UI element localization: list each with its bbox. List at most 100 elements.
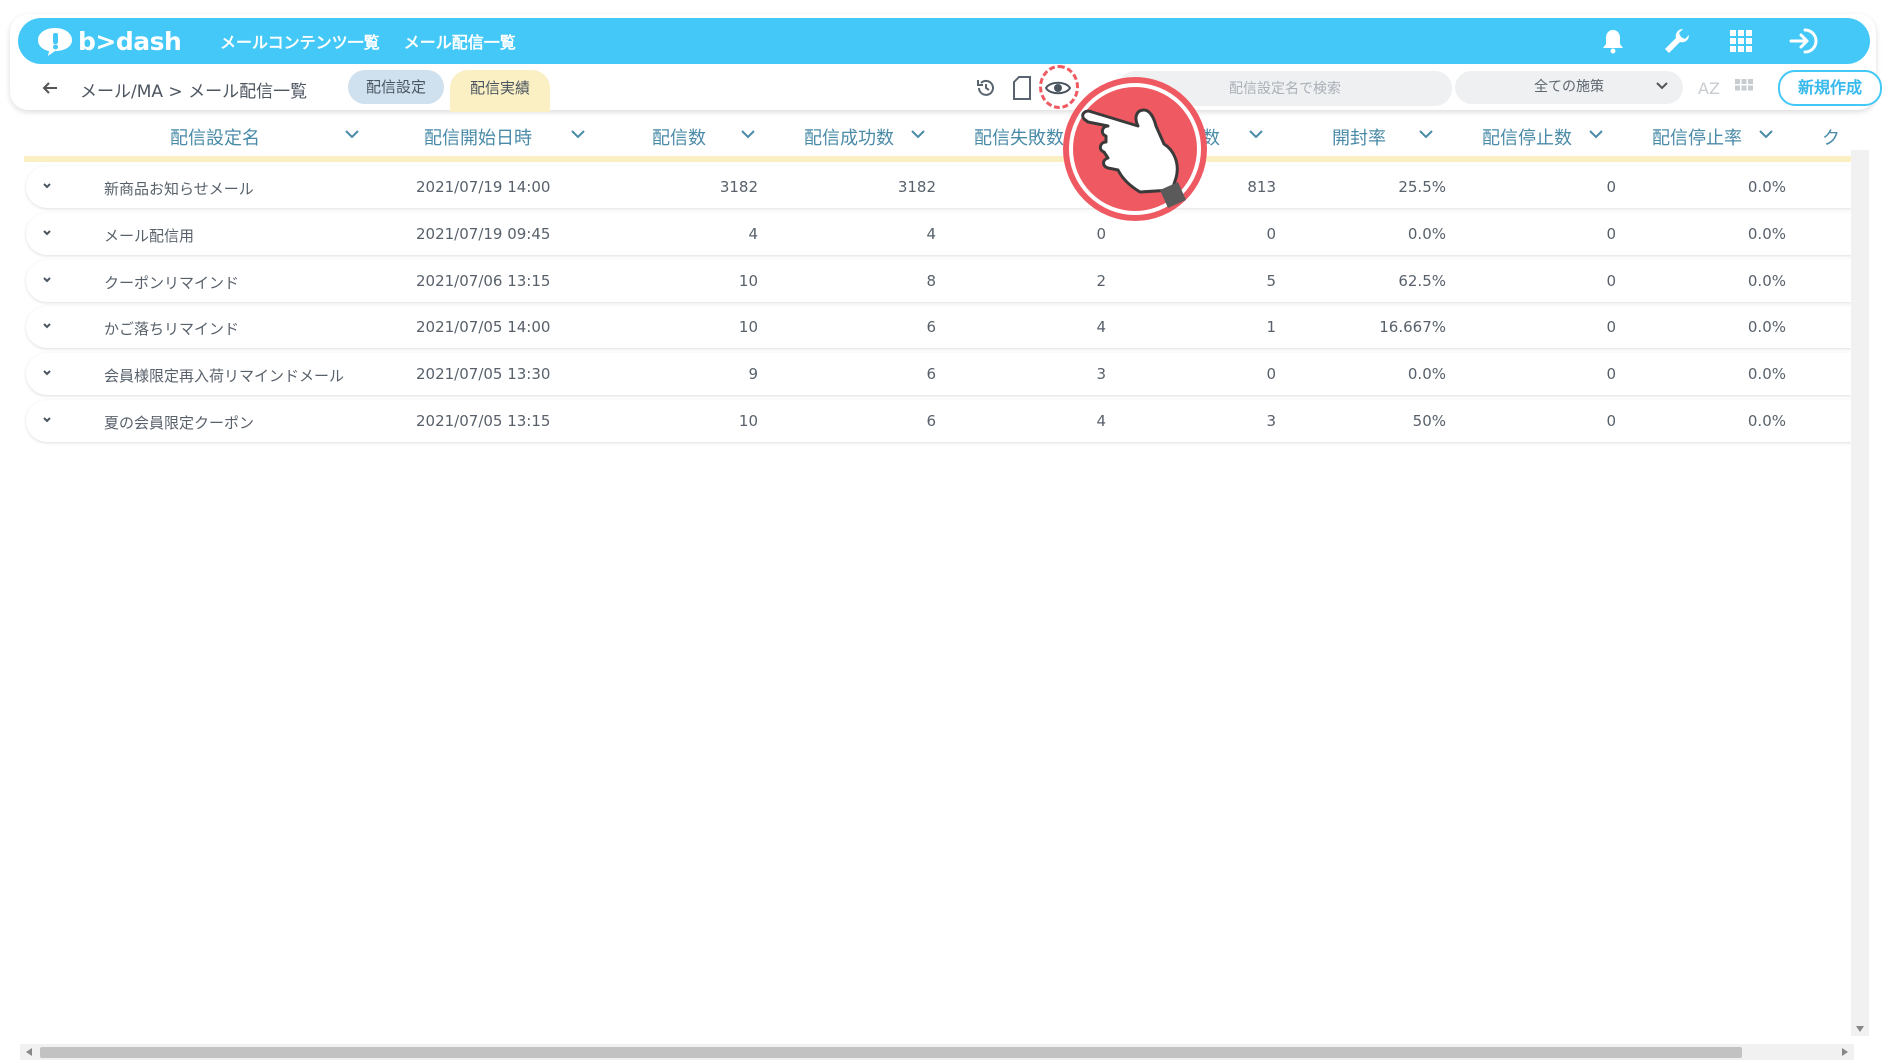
expand-chevron-icon[interactable]	[40, 319, 54, 333]
cell-sent: 10	[738, 272, 758, 290]
grid-apps-icon[interactable]	[1724, 24, 1758, 58]
scroll-left-arrow-icon[interactable]	[26, 1048, 32, 1056]
cell-start-date: 2021/07/19 09:45	[416, 225, 551, 243]
cell-sent: 9	[748, 365, 758, 383]
col-header-click[interactable]: ク	[1822, 124, 1840, 150]
cell-open-rate: 16.667%	[1379, 318, 1446, 336]
expand-chevron-icon[interactable]	[40, 273, 54, 287]
cell-start-date: 2021/07/06 13:15	[416, 272, 551, 290]
chevron-down-icon	[1655, 71, 1669, 104]
horizontal-scrollbar-thumb[interactable]	[40, 1047, 1742, 1058]
col-header-success[interactable]: 配信成功数	[804, 124, 894, 150]
wrench-icon[interactable]	[1660, 24, 1694, 58]
col-header-start-date[interactable]: 配信開始日時	[424, 124, 532, 150]
cell-success: 6	[926, 318, 936, 336]
cell-success: 8	[926, 272, 936, 290]
filter-select[interactable]: 全ての施策	[1455, 71, 1683, 104]
history-icon[interactable]	[972, 74, 1000, 102]
col-header-failed[interactable]: 配信失敗数	[974, 124, 1064, 150]
cell-count: 3	[1266, 412, 1276, 430]
header-underline	[24, 156, 1852, 162]
cell-name: 新商品お知らせメール	[104, 180, 254, 198]
cell-failed: 0	[1096, 225, 1106, 243]
back-arrow-icon[interactable]	[38, 76, 62, 100]
chevron-down-icon[interactable]	[1248, 126, 1264, 142]
nav-mail-delivery[interactable]: メール配信一覧	[404, 29, 516, 53]
chevron-down-icon[interactable]	[740, 126, 756, 142]
cell-name: 会員様限定再入荷リマインドメール	[104, 367, 345, 385]
table-row[interactable]: かご落ちリマインド 2021/07/05 14:00 10 6 4 1 16.667% 0 0.…	[26, 306, 1852, 348]
col-header-name[interactable]: 配信設定名	[170, 124, 260, 150]
cell-open-rate: 25.5%	[1398, 178, 1446, 196]
cell-sent: 3182	[719, 178, 758, 196]
cell-unsubscribe: 0	[1606, 412, 1616, 430]
cell-unsubscribe: 0	[1606, 272, 1616, 290]
table-header: 配信設定名 配信開始日時 配信数 配信成功数 配信失敗数 数 開封率 配信停止数…	[26, 118, 1852, 158]
chevron-down-icon[interactable]	[910, 126, 926, 142]
scroll-down-arrow-icon[interactable]	[1856, 1026, 1864, 1032]
expand-chevron-icon[interactable]	[40, 366, 54, 380]
cell-start-date: 2021/07/05 13:15	[416, 412, 551, 430]
expand-chevron-icon[interactable]	[40, 179, 54, 193]
cell-open-rate: 0.0%	[1407, 225, 1446, 243]
cell-count: 5	[1266, 272, 1276, 290]
cell-count: 813	[1247, 178, 1276, 196]
tab-delivery-settings[interactable]: 配信設定	[348, 70, 444, 104]
vertical-scrollbar[interactable]	[1851, 150, 1869, 1036]
bell-icon[interactable]	[1596, 24, 1630, 58]
table-row[interactable]: クーポンリマインド 2021/07/06 13:15 10 8 2 5 62.5% 0 0.0%	[26, 260, 1852, 302]
cell-failed: 3	[1096, 365, 1106, 383]
cell-open-rate: 62.5%	[1398, 272, 1446, 290]
cell-name: クーポンリマインド	[104, 274, 240, 292]
col-header-unsubscribe-rate[interactable]: 配信停止率	[1652, 124, 1742, 150]
cell-failed: 4	[1096, 412, 1106, 430]
table-row[interactable]: メール配信用 2021/07/19 09:45 4 4 0 0 0.0% 0 0.0%	[26, 213, 1852, 255]
expand-chevron-icon[interactable]	[40, 413, 54, 427]
tab-delivery-results[interactable]: 配信実績	[450, 70, 550, 112]
chevron-down-icon[interactable]	[344, 126, 360, 142]
nav-mail-contents[interactable]: メールコンテンツ一覧	[220, 29, 380, 53]
cell-sent: 10	[738, 318, 758, 336]
logo-bubble-icon	[38, 28, 72, 56]
table-row[interactable]: 夏の会員限定クーポン 2021/07/05 13:15 10 6 4 3 50% 0 0.0%	[26, 400, 1852, 442]
cell-count: 1	[1266, 318, 1276, 336]
cell-sent: 10	[738, 412, 758, 430]
cell-name: 夏の会員限定クーポン	[104, 414, 255, 432]
cell-unsubscribe: 0	[1606, 365, 1616, 383]
grid-view-icon[interactable]	[1730, 74, 1758, 102]
chevron-down-icon[interactable]	[1418, 126, 1434, 142]
logout-icon[interactable]	[1788, 24, 1822, 58]
chevron-down-icon[interactable]	[570, 126, 586, 142]
cell-success: 3182	[897, 178, 936, 196]
new-create-button[interactable]: 新規作成	[1778, 70, 1882, 106]
cell-count: 0	[1266, 225, 1276, 243]
cell-unsubscribe-rate: 0.0%	[1747, 225, 1786, 243]
col-header-sent[interactable]: 配信数	[652, 124, 706, 150]
cell-success: 6	[926, 365, 936, 383]
table-row[interactable]: 会員様限定再入荷リマインドメール 2021/07/05 13:30 9 6 3 0 0.0%…	[26, 353, 1852, 395]
cell-start-date: 2021/07/05 13:30	[416, 365, 551, 383]
cell-name: メール配信用	[104, 227, 195, 245]
sub-toolbar: メール/MA > メール配信一覧 配信設定 配信実績 全ての施策 AZ 新規作成	[18, 66, 1882, 112]
horizontal-scrollbar[interactable]	[20, 1044, 1854, 1060]
cell-unsubscribe: 0	[1606, 178, 1616, 196]
cell-success: 4	[926, 225, 936, 243]
filter-selected-value: 全ての施策	[1534, 79, 1604, 95]
col-header-unsubscribe[interactable]: 配信停止数	[1482, 124, 1572, 150]
cell-failed: 2	[1096, 272, 1106, 290]
table-row[interactable]: 新商品お知らせメール 2021/07/19 14:00 3182 3182 813 25.…	[26, 166, 1852, 208]
document-icon[interactable]	[1008, 74, 1036, 102]
col-header-open-rate[interactable]: 開封率	[1332, 124, 1386, 150]
cell-name: かご落ちリマインド	[104, 320, 240, 338]
chevron-down-icon[interactable]	[1758, 126, 1774, 142]
cell-unsubscribe: 0	[1606, 318, 1616, 336]
chevron-down-icon[interactable]	[1588, 126, 1604, 142]
sort-az-icon[interactable]: AZ	[1692, 74, 1726, 102]
scroll-right-arrow-icon[interactable]	[1842, 1048, 1848, 1056]
hand-pointer-icon	[1063, 77, 1207, 221]
expand-chevron-icon[interactable]	[40, 226, 54, 240]
top-nav-bar: b>dash メールコンテンツ一覧 メール配信一覧	[18, 18, 1870, 64]
logo[interactable]: b>dash	[36, 18, 196, 64]
logo-text: b>dash	[78, 26, 182, 56]
cell-open-rate: 50%	[1412, 412, 1446, 430]
